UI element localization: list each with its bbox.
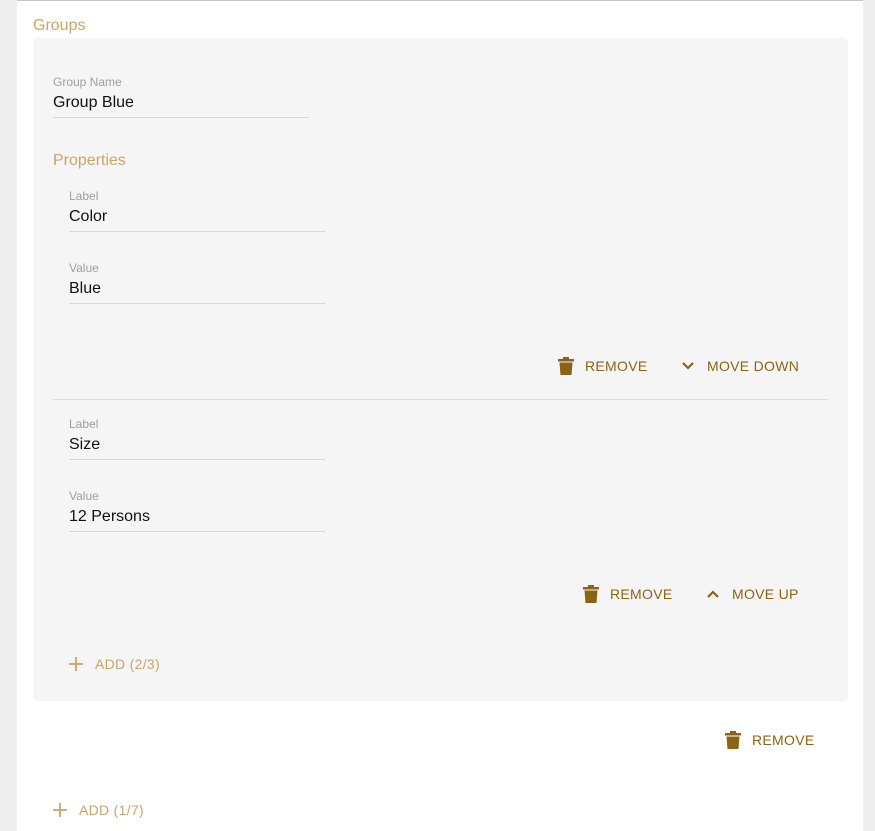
property-value-input[interactable]: 12 Persons <box>69 507 325 532</box>
remove-group-label: REMOVE <box>752 732 815 748</box>
property-label-field[interactable]: Label Color <box>69 189 325 232</box>
remove-label: REMOVE <box>585 358 648 374</box>
chevron-up-icon <box>704 585 722 603</box>
form-sheet: Groups Group Name Group Blue Properties … <box>17 0 863 831</box>
add-group-label: ADD (1/7) <box>79 802 144 818</box>
trash-icon <box>557 357 575 375</box>
property-value-input[interactable]: Blue <box>69 279 325 304</box>
groups-title: Groups <box>33 17 86 34</box>
move-down-button[interactable]: MOVE DOWN <box>679 357 799 375</box>
remove-label: REMOVE <box>610 586 673 602</box>
chevron-down-icon <box>679 357 697 375</box>
group-name-field[interactable]: Group Name Group Blue <box>53 75 309 118</box>
trash-icon <box>724 731 742 749</box>
trash-icon <box>582 585 600 603</box>
property-label-caption: Label <box>69 189 99 203</box>
add-property-button[interactable]: ADD (2/3) <box>67 655 160 673</box>
group-card: Group Name Group Blue Properties Label C… <box>33 38 848 701</box>
property-divider <box>53 399 828 400</box>
move-down-label: MOVE DOWN <box>707 358 800 374</box>
property-label-input[interactable]: Color <box>69 207 325 232</box>
move-up-button[interactable]: MOVE UP <box>704 585 799 603</box>
property-label-input[interactable]: Size <box>69 435 325 460</box>
property-remove-button[interactable]: REMOVE <box>557 357 647 375</box>
group-name-input[interactable]: Group Blue <box>53 93 309 118</box>
property-value-field[interactable]: Value Blue <box>69 261 325 304</box>
plus-icon <box>67 655 85 673</box>
move-up-label: MOVE UP <box>732 586 799 602</box>
property-remove-button[interactable]: REMOVE <box>582 585 672 603</box>
plus-icon <box>51 801 69 819</box>
property-value-caption: Value <box>69 489 99 503</box>
properties-title: Properties <box>53 152 126 169</box>
group-name-label: Group Name <box>53 75 122 89</box>
remove-group-button[interactable]: REMOVE <box>724 731 814 749</box>
add-group-button[interactable]: ADD (1/7) <box>51 801 144 819</box>
property-label-caption: Label <box>69 417 99 431</box>
property-label-field[interactable]: Label Size <box>69 417 325 460</box>
property-value-field[interactable]: Value 12 Persons <box>69 489 325 532</box>
property-value-caption: Value <box>69 261 99 275</box>
add-property-label: ADD (2/3) <box>95 656 160 672</box>
